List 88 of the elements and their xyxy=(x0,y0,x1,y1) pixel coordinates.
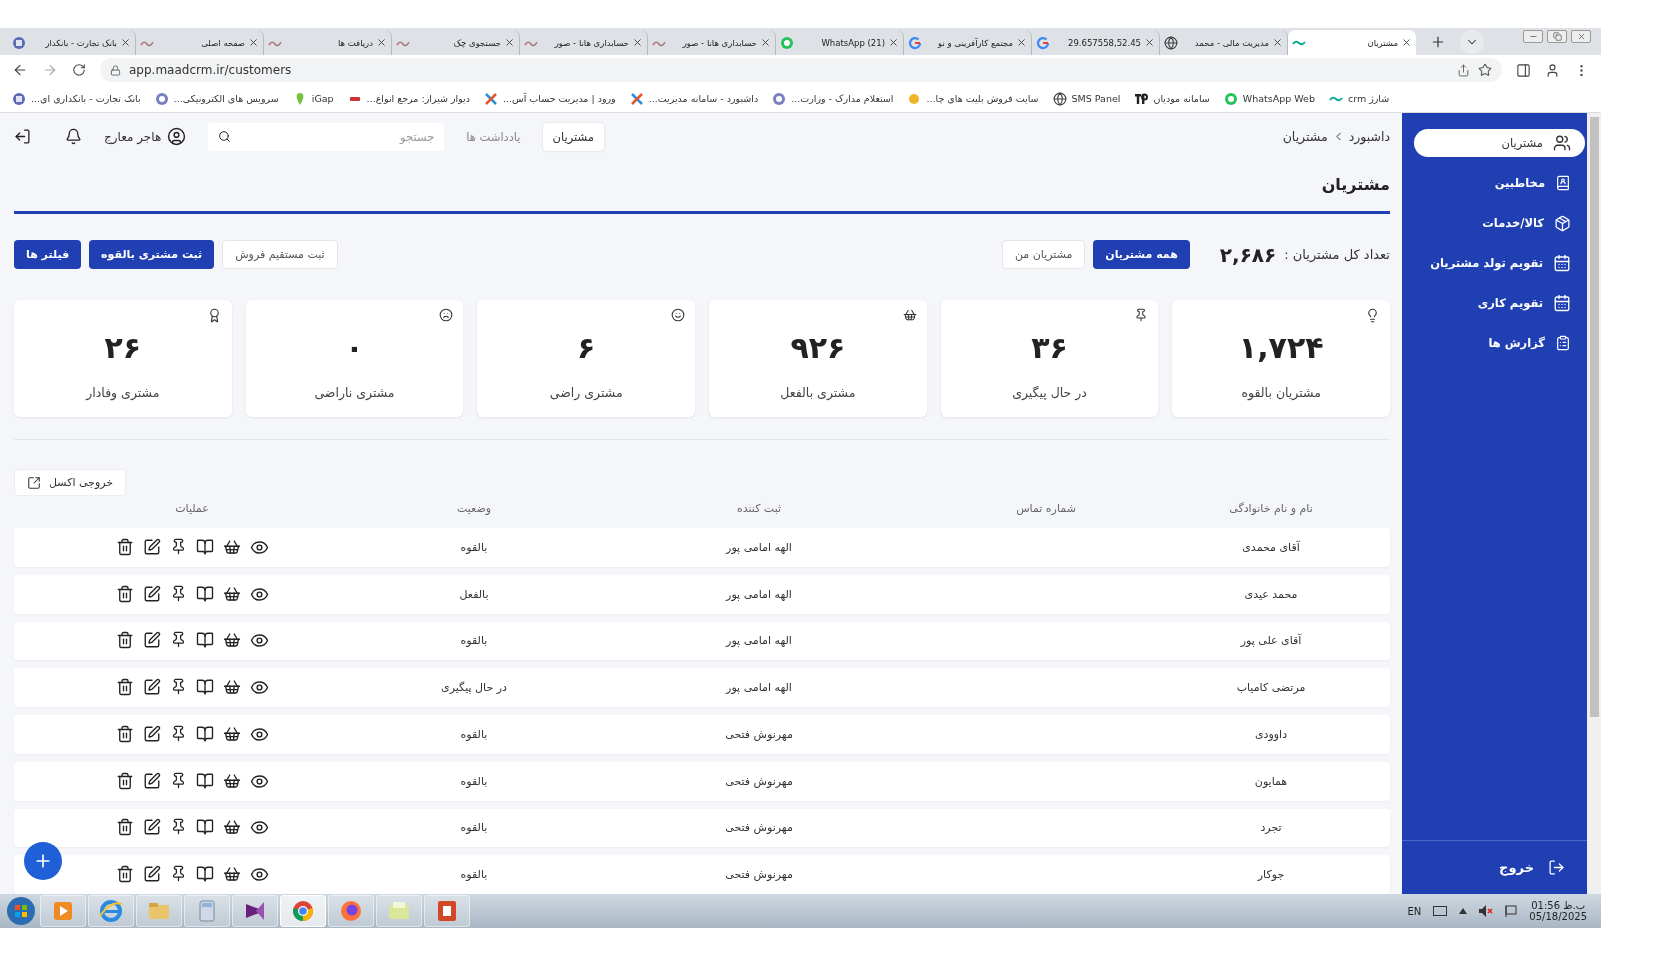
bookmark[interactable]: SMS Panel xyxy=(1071,93,1121,104)
stat-value: ۹۲۶ xyxy=(790,330,846,366)
stat-label: مشتری بالفعل xyxy=(780,385,856,401)
stat-value: ۰ xyxy=(345,330,364,366)
tab-title: حسابداری هانا - صور xyxy=(681,37,757,48)
bookmark[interactable]: بانک تجارت - بانکداری ای... xyxy=(31,93,141,104)
table-cell: بالقوه xyxy=(460,727,488,741)
table-cell: تجرد xyxy=(1260,821,1282,835)
browser-tab[interactable]: مشتریان xyxy=(1288,30,1416,55)
url-text: app.maadcrm.ir/customers xyxy=(129,63,293,77)
sidebar-item[interactable]: مشتریان xyxy=(1414,129,1585,157)
action-button[interactable]: فیلتر ها xyxy=(14,240,82,270)
stat-label: در حال پیگیری xyxy=(1012,385,1087,401)
column-header: شماره تماس xyxy=(1016,501,1076,515)
bookmark[interactable]: شارژ crm xyxy=(1347,93,1390,104)
table-cell: داوودی xyxy=(1254,727,1288,741)
tab-title: مجتمع کارآفرینی و نو xyxy=(936,37,1013,48)
page-title: مشتریان xyxy=(1320,174,1390,194)
table-cell: جوکار xyxy=(1257,868,1285,882)
stat-value: ۱,۷۲۴ xyxy=(1238,330,1324,366)
stat-value: ۳۶ xyxy=(1031,330,1068,366)
table-cell: بالقوه xyxy=(460,821,488,835)
column-header: وضعیت xyxy=(456,501,492,515)
action-button[interactable]: ثبت مستقیم فروش xyxy=(222,240,338,270)
column-header: نام و نام خانوادگی xyxy=(1229,501,1313,515)
sidebar-item[interactable]: تقویم کاری xyxy=(1414,289,1585,317)
bookmark[interactable]: داشبورد - سامانه مدیریت... xyxy=(648,93,759,104)
table-cell: مرتضی کامیاب xyxy=(1236,681,1306,695)
bookmark[interactable]: دیوار شیراز: مرجع انواع... xyxy=(366,93,470,104)
stat-value: ۲۶ xyxy=(104,330,142,366)
table-cell: بالقوه xyxy=(460,540,488,554)
total-count: ۲,۶۸۶ xyxy=(1219,242,1277,267)
table-cell: مهرنوش فتحی xyxy=(725,868,793,882)
table-cell: مهرنوش فتحی xyxy=(725,727,793,741)
table-cell: مهرنوش فتحی xyxy=(725,821,793,835)
table-cell: بالفعل xyxy=(459,587,489,601)
bookmark[interactable]: سایت فروش بلیت های چا... xyxy=(926,93,1039,104)
table-cell: در حال پیگیری xyxy=(441,681,507,695)
bookmark[interactable]: ورود | مدیریت حساب آس... xyxy=(503,93,616,104)
tab-title: جستجوی چک xyxy=(452,37,501,48)
total-label: تعداد کل مشتریان : xyxy=(1284,247,1390,263)
table-cell: آقای علی پور xyxy=(1240,634,1302,648)
table-cell: همایون xyxy=(1254,774,1288,788)
language-indicator[interactable]: EN xyxy=(1407,905,1422,917)
header-tab[interactable]: مشتریان xyxy=(542,122,604,151)
table-cell: الهه امامی پور xyxy=(726,681,792,695)
table-cell: بالقوه xyxy=(460,634,488,648)
table-cell: الهه امامی پور xyxy=(726,540,792,554)
sidebar-item[interactable]: تقویم تولد مشتریان xyxy=(1414,249,1585,277)
stat-value: ۶ xyxy=(577,330,596,366)
stat-label: مشتریان بالقوه xyxy=(1241,385,1321,401)
stat-label: مشتری راضی xyxy=(549,385,623,401)
tab-title: 29.657558,52.45 xyxy=(1067,37,1141,48)
bookmark[interactable]: سرویس های الکترونیکی... xyxy=(173,93,279,104)
breadcrumb-current: مشتریان xyxy=(1282,129,1328,145)
table-cell: الهه امامی پور xyxy=(726,634,792,648)
address-bar[interactable]: app.maadcrm.ir/customers xyxy=(100,58,1502,82)
table-cell: الهه امامی پور xyxy=(726,587,792,601)
tab-title: مشتریان xyxy=(1366,37,1398,48)
search-field[interactable]: جستجو xyxy=(208,122,445,151)
tab-title: حسابداری هانا - صور xyxy=(553,37,629,48)
export-button[interactable]: خروجی اکسل xyxy=(14,469,127,497)
sidebar-item[interactable]: کالا/خدمات xyxy=(1414,209,1585,237)
tab-title: (21) WhatsApp xyxy=(820,37,885,48)
stat-label: مشتری وفادار xyxy=(86,385,160,401)
action-button[interactable]: ثبت مشتری بالقوه xyxy=(89,240,215,270)
stat-label: مشتری ناراضی xyxy=(314,385,395,401)
filter-tab[interactable]: همه مشتریان xyxy=(1093,240,1190,270)
table-cell: بالقوه xyxy=(460,868,488,882)
bookmark[interactable]: سامانه مودیان xyxy=(1153,93,1210,104)
tab-title: صفحه اصلی xyxy=(200,37,245,48)
breadcrumb-link[interactable]: داشبورد xyxy=(1348,129,1390,145)
filter-tab[interactable]: مشتریان من xyxy=(1002,240,1086,270)
table-cell: مهرنوش فتحی xyxy=(725,774,793,788)
tab-title: مدیریت مالی - محمد xyxy=(1193,37,1269,48)
bookmark[interactable]: WhatsApp Web xyxy=(1242,93,1315,104)
sidebar-item[interactable]: گزارش ها xyxy=(1414,329,1585,357)
table-cell: آقای محمدی xyxy=(1242,540,1300,554)
tab-title: بانک تجارت - بانکدار xyxy=(44,37,117,48)
column-header: ثبت کننده xyxy=(736,501,782,515)
bookmark[interactable]: iGap xyxy=(311,93,334,104)
column-header: عملیات xyxy=(175,501,209,515)
table-cell: محمد عیدی xyxy=(1244,587,1298,601)
sidebar-item[interactable]: مخاطبین xyxy=(1414,169,1585,197)
bookmark[interactable]: استعلام مدارک - وزارت... xyxy=(791,93,894,104)
table-cell: بالقوه xyxy=(460,774,488,788)
tab-title: دریافت ها xyxy=(336,37,373,48)
user-name[interactable]: هاجر معارج xyxy=(104,129,162,144)
